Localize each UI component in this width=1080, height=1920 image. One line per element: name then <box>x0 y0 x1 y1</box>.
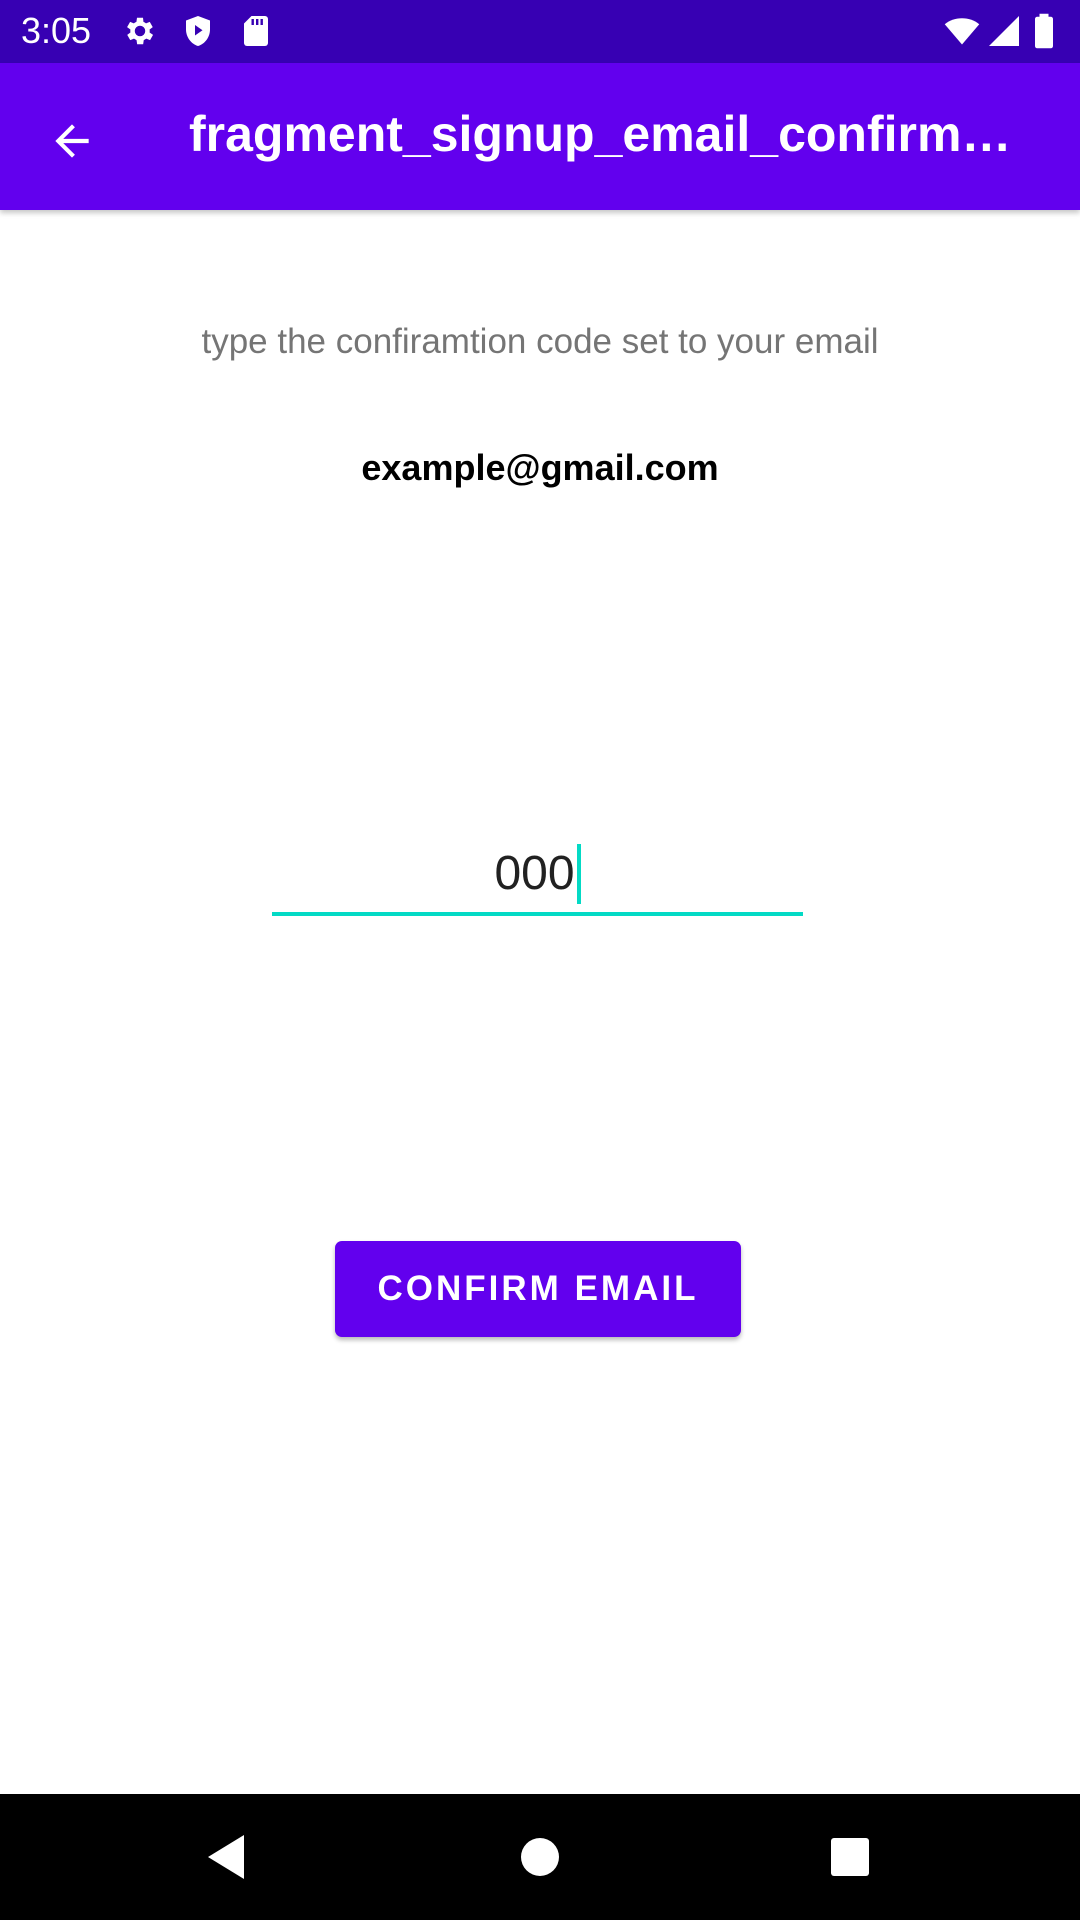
app-bar: fragment_signup_email_confirm… <box>0 63 1080 210</box>
wifi-icon <box>944 13 980 49</box>
confirmation-code-input[interactable]: 000 <box>272 836 803 916</box>
nav-back-button[interactable] <box>188 1819 264 1895</box>
instruction-text: type the confiramtion code set to your e… <box>201 322 879 361</box>
arrow-back-icon <box>47 116 97 166</box>
battery-icon <box>1030 13 1058 49</box>
page-title: fragment_signup_email_confirm… <box>189 106 1012 162</box>
confirm-email-button[interactable]: CONFIRM EMAIL <box>335 1241 741 1337</box>
back-button[interactable] <box>30 99 114 183</box>
text-caret <box>576 844 581 904</box>
sd-card-icon <box>238 13 274 49</box>
gear-icon <box>122 13 158 49</box>
code-value: 000 <box>494 847 575 900</box>
back-triangle-icon <box>204 1833 248 1881</box>
shield-icon <box>180 13 216 49</box>
screen: 3:05 fragment_signup_email_confirm… type <box>0 0 1080 1920</box>
recents-square-icon <box>830 1837 870 1877</box>
cellular-signal-icon <box>986 13 1022 49</box>
navigation-bar <box>0 1794 1080 1920</box>
home-circle-icon <box>520 1837 560 1877</box>
nav-home-button[interactable] <box>502 1819 578 1895</box>
nav-recents-button[interactable] <box>812 1819 888 1895</box>
status-bar: 3:05 <box>0 0 1080 63</box>
status-time: 3:05 <box>21 10 92 51</box>
email-address: example@gmail.com <box>361 447 719 488</box>
